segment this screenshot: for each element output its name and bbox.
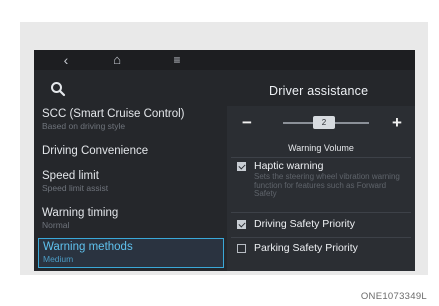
home-icon[interactable]: ⌂	[107, 50, 127, 70]
back-icon[interactable]: ‹	[56, 50, 76, 70]
menu-item-sub: Medium	[43, 254, 74, 264]
menu-item-label: Warning methods	[43, 241, 133, 253]
menu-item-warning-timing[interactable]: Warning timing Normal	[42, 207, 222, 230]
option-haptic-warning[interactable]: Haptic warning Sets the steering wheel v…	[237, 160, 407, 210]
checkbox-unchecked-icon[interactable]	[237, 244, 246, 253]
checkbox-checked-icon[interactable]	[237, 162, 246, 171]
option-driving-safety-priority[interactable]: Driving Safety Priority	[237, 218, 407, 232]
menu-item-sub: Speed limit assist	[42, 183, 109, 193]
menu-item-label: SCC (Smart Cruise Control)	[42, 108, 185, 120]
search-icon[interactable]	[50, 81, 66, 97]
option-label: Parking Safety Priority	[254, 242, 358, 254]
menu-item-warning-methods[interactable]: Warning methods Medium	[38, 238, 224, 268]
image-caption: ONE1073349L	[360, 291, 427, 302]
menu-item-scc[interactable]: SCC (Smart Cruise Control) Based on driv…	[42, 108, 222, 131]
option-label: Driving Safety Priority	[254, 218, 355, 230]
volume-slider-knob[interactable]: 2	[313, 116, 335, 129]
volume-up-button[interactable]: +	[381, 110, 413, 136]
menu-item-sub: Based on driving style	[42, 121, 126, 131]
top-nav-bar: ‹ ⌂ ≡	[34, 50, 415, 70]
divider	[231, 212, 411, 213]
warning-methods-panel: − 2 + Warning Volume Haptic warning Sets…	[227, 106, 415, 271]
checkbox-checked-icon[interactable]	[237, 220, 246, 229]
panel-title: Driver assistance	[269, 84, 369, 98]
volume-down-button[interactable]: −	[231, 110, 263, 136]
menu-item-driving-convenience[interactable]: Driving Convenience	[42, 145, 222, 158]
menu-icon[interactable]: ≡	[167, 50, 187, 70]
volume-label: Warning Volume	[288, 143, 354, 153]
divider	[231, 237, 411, 238]
infotainment-screen: ‹ ⌂ ≡ Driver assistance SCC (Smart Cruis…	[34, 50, 415, 271]
option-label: Haptic warning	[254, 160, 324, 172]
menu-item-label: Warning timing	[42, 207, 119, 219]
menu-item-label: Speed limit	[42, 170, 99, 182]
option-parking-safety-priority[interactable]: Parking Safety Priority	[237, 242, 407, 256]
menu-item-speed-limit[interactable]: Speed limit Speed limit assist	[42, 170, 222, 193]
menu-item-sub: Normal	[42, 220, 70, 230]
menu-item-label: Driving Convenience	[42, 145, 149, 157]
option-description: Sets the steering wheel vibration warnin…	[254, 172, 400, 198]
divider	[231, 157, 411, 158]
